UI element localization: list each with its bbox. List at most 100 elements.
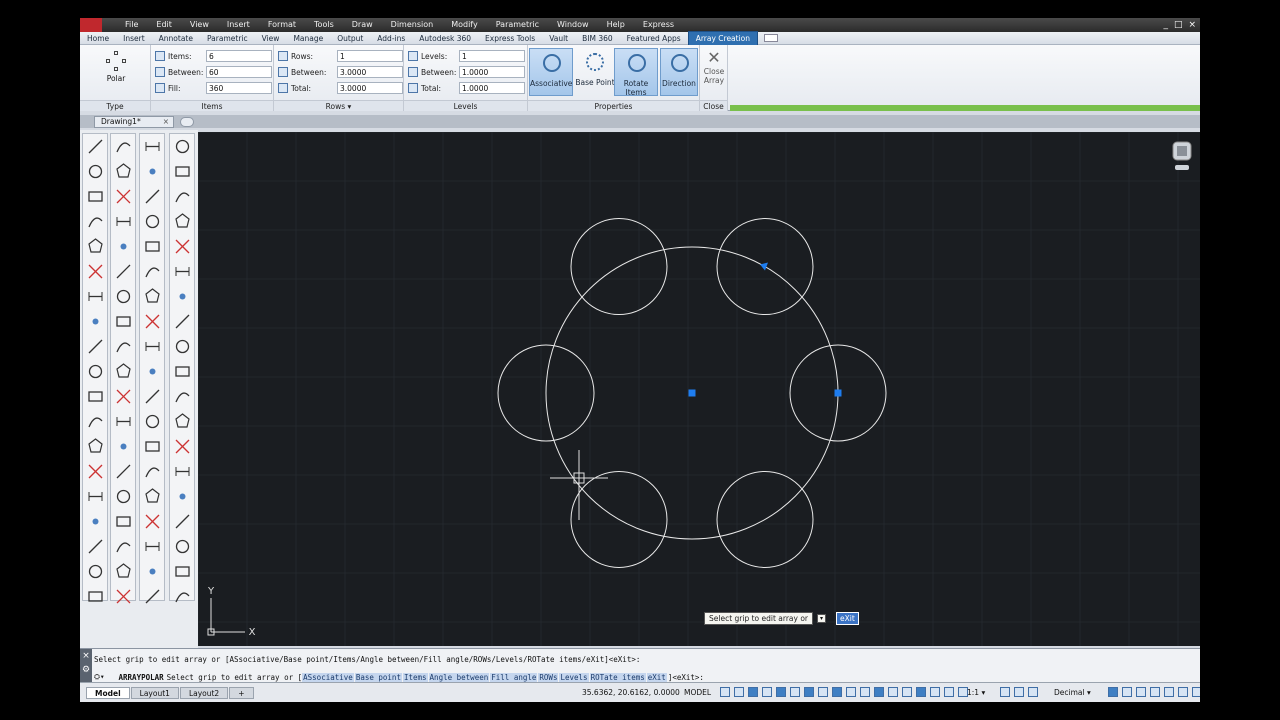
tab-vault[interactable]: Vault xyxy=(542,32,575,45)
trim-tool-icon[interactable] xyxy=(172,361,193,382)
tab-annotate[interactable]: Annotate xyxy=(152,32,200,45)
construction-line-tool-icon[interactable] xyxy=(85,161,106,182)
extension-tool-icon[interactable] xyxy=(142,286,163,307)
fillet-tool-icon[interactable] xyxy=(172,511,193,532)
levels-total-input[interactable] xyxy=(459,82,525,94)
center-tool-icon[interactable] xyxy=(142,311,163,332)
rotate-tool-icon[interactable] xyxy=(172,286,193,307)
command-option[interactable]: ROTate items xyxy=(589,672,646,682)
polygon-tool-icon[interactable] xyxy=(85,211,106,232)
revision-cloud-tool-icon[interactable] xyxy=(85,311,106,332)
tab-featured-apps[interactable]: Featured Apps xyxy=(620,32,688,45)
minimize-button[interactable]: _ xyxy=(1163,18,1168,32)
rows-panel-title[interactable]: Rows ▾ xyxy=(274,100,403,111)
command-option[interactable]: ROWs xyxy=(538,672,559,682)
menu-draw[interactable]: Draw xyxy=(343,18,382,32)
make-block-tool-icon[interactable] xyxy=(85,436,106,457)
jogged-linear-tool-icon[interactable] xyxy=(113,536,134,557)
new-drawing-button[interactable] xyxy=(180,116,194,127)
command-option[interactable]: Base point xyxy=(354,672,402,682)
blend-tool-icon[interactable] xyxy=(172,536,193,557)
hatch-tool-icon[interactable] xyxy=(85,486,106,507)
explode-tool-icon[interactable] xyxy=(172,561,193,582)
center-mark-tool-icon[interactable] xyxy=(113,486,134,507)
menu-file[interactable]: File xyxy=(116,18,147,32)
rectangle-tool-icon[interactable] xyxy=(85,236,106,257)
properties-tool-icon[interactable] xyxy=(172,586,193,607)
object-snap-tracking-icon[interactable] xyxy=(818,687,828,697)
clean-screen-icon[interactable] xyxy=(1164,687,1174,697)
rows-between-input[interactable] xyxy=(337,66,403,78)
tab-bim-360[interactable]: BIM 360 xyxy=(575,32,620,45)
rows-total-input[interactable] xyxy=(337,82,403,94)
linear-dimension-tool-icon[interactable] xyxy=(113,136,134,157)
tab-express-tools[interactable]: Express Tools xyxy=(478,32,542,45)
items-fill-input[interactable] xyxy=(206,82,272,94)
polar-tracking-icon[interactable] xyxy=(790,687,800,697)
levels-count-input[interactable] xyxy=(459,50,525,62)
osnap-settings-tool-icon[interactable] xyxy=(142,536,163,557)
menu-window[interactable]: Window xyxy=(548,18,598,32)
menu-help[interactable]: Help xyxy=(598,18,634,32)
dynamic-ucs-icon[interactable] xyxy=(930,687,940,697)
quick-properties-icon[interactable] xyxy=(1108,687,1118,697)
lineweight-icon[interactable] xyxy=(846,687,856,697)
tolerance-tool-icon[interactable] xyxy=(113,461,134,482)
application-menu-button[interactable] xyxy=(80,18,102,32)
annotation-monitor-icon[interactable] xyxy=(1014,687,1024,697)
command-option[interactable]: Items xyxy=(402,672,428,682)
customization-icon[interactable] xyxy=(1178,687,1188,697)
multiline-text-tool-icon[interactable] xyxy=(85,586,106,607)
transparency-icon[interactable] xyxy=(860,687,870,697)
tangent-tool-icon[interactable] xyxy=(142,361,163,382)
aligned-dimension-tool-icon[interactable] xyxy=(113,161,134,182)
menu-format[interactable]: Format xyxy=(259,18,305,32)
tooltip-exit-button[interactable]: eXit xyxy=(836,612,859,625)
selection-filter-icon[interactable] xyxy=(944,687,954,697)
midpoint-tool-icon[interactable] xyxy=(142,211,163,232)
space-tool-icon[interactable] xyxy=(113,411,134,432)
ellipse-tool-icon[interactable] xyxy=(85,361,106,382)
angular-tool-icon[interactable] xyxy=(113,311,134,332)
grid-toggle-icon[interactable] xyxy=(720,687,730,697)
menu-modify[interactable]: Modify xyxy=(442,18,487,32)
units-dropdown[interactable]: Decimal ▾ xyxy=(1054,688,1091,697)
tab-home[interactable]: Home xyxy=(80,32,116,45)
3d-object-snap-icon[interactable] xyxy=(916,687,926,697)
polar-type-button[interactable]: Polar xyxy=(98,51,134,83)
close-array-button[interactable]: ✕ Close Array xyxy=(700,49,728,86)
lock-ui-icon[interactable] xyxy=(1122,687,1132,697)
close-tab-icon[interactable]: × xyxy=(163,117,169,127)
model-space-button[interactable]: MODEL xyxy=(684,688,711,697)
tab-manage[interactable]: Manage xyxy=(286,32,330,45)
region-tool-icon[interactable] xyxy=(85,536,106,557)
insert-block-tool-icon[interactable] xyxy=(85,411,106,432)
drawing1-tab[interactable]: Drawing1* × xyxy=(94,115,174,128)
tab-autodesk-360[interactable]: Autodesk 360 xyxy=(412,32,478,45)
snap-override-tool-icon[interactable] xyxy=(142,586,163,607)
menu-view[interactable]: View xyxy=(181,18,218,32)
copy-tool-icon[interactable] xyxy=(172,161,193,182)
tab-output[interactable]: Output xyxy=(330,32,370,45)
menu-icon[interactable] xyxy=(1192,687,1200,697)
line-tool-icon[interactable] xyxy=(85,136,106,157)
layout-tab-layout1[interactable]: Layout1 xyxy=(130,686,179,699)
apparent-intersection-tool-icon[interactable] xyxy=(142,261,163,282)
extend-tool-icon[interactable] xyxy=(172,386,193,407)
isolate-objects-icon[interactable] xyxy=(1136,687,1146,697)
direction-button[interactable]: Direction xyxy=(660,48,698,96)
items-between-input[interactable] xyxy=(206,66,272,78)
quick-dimension-tool-icon[interactable] xyxy=(113,336,134,357)
diameter-tool-icon[interactable] xyxy=(113,286,134,307)
table-tool-icon[interactable] xyxy=(85,561,106,582)
circle-tool-icon[interactable] xyxy=(85,286,106,307)
tab-add-ins[interactable]: Add-ins xyxy=(370,32,412,45)
chamfer-tool-icon[interactable] xyxy=(172,486,193,507)
command-option[interactable]: Fill angle xyxy=(490,672,538,682)
layout-tab-layout2[interactable]: Layout2 xyxy=(179,686,229,699)
tab-insert[interactable]: Insert xyxy=(116,32,152,45)
break-tool-icon[interactable] xyxy=(113,436,134,457)
ortho-toggle-icon[interactable] xyxy=(776,687,786,697)
radius-tool-icon[interactable] xyxy=(113,236,134,257)
menu-dimension[interactable]: Dimension xyxy=(382,18,443,32)
